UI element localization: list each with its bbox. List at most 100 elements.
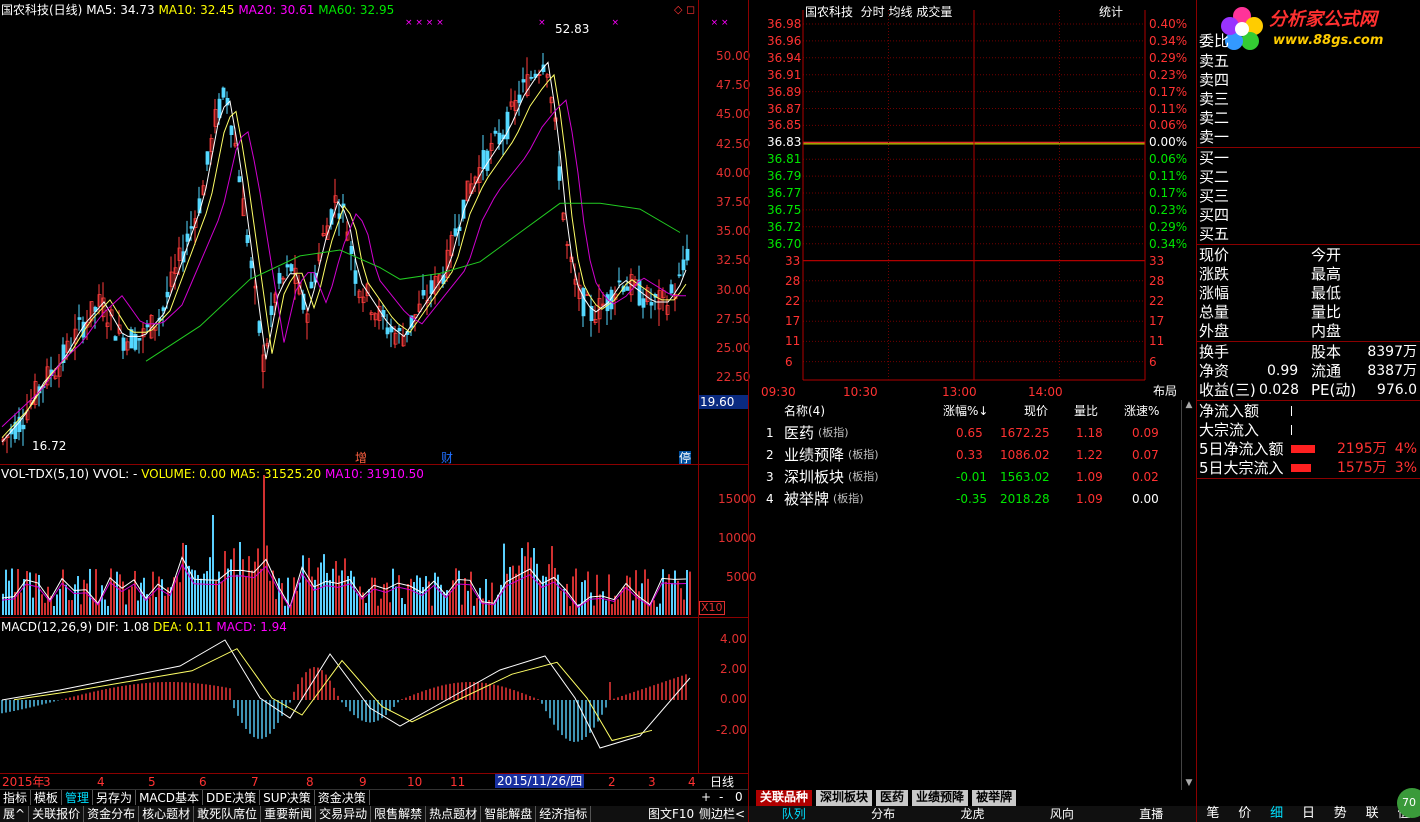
tab-link[interactable]: 联 xyxy=(1366,806,1379,822)
tab-related[interactable]: 关联品种 xyxy=(756,790,813,806)
tab-macd-basic[interactable]: MACD基本 xyxy=(136,790,204,805)
col-name[interactable]: 名称(4) xyxy=(784,404,825,418)
sell2-label: 卖二 xyxy=(1199,109,1230,127)
func-seats[interactable]: 敢死队席位 xyxy=(194,806,262,822)
low-label: 16.72 xyxy=(32,439,67,453)
intraday-chart[interactable] xyxy=(749,0,1196,400)
pct-tick: 0.06% xyxy=(1149,118,1188,133)
tab-template[interactable]: 模板 xyxy=(31,790,63,805)
date-label: 3 xyxy=(43,775,51,789)
col-change[interactable]: 涨幅%↓ xyxy=(943,404,988,418)
tab-dde[interactable]: DDE决策 xyxy=(203,790,261,805)
func-smart[interactable]: 智能解盘 xyxy=(481,806,537,822)
tab-shenzhen[interactable]: 深圳板块 xyxy=(816,790,873,806)
intraday-panel: 国农科技 分时 均线 成交量 统计 布局 36.98 0.40% 36.96 0.34… xyxy=(749,0,1196,400)
tab-longhu[interactable]: 龙虎 xyxy=(960,806,984,822)
candle xyxy=(677,274,682,277)
candle xyxy=(625,286,630,291)
scroll-up-icon[interactable]: ▲ xyxy=(1183,400,1195,412)
func-related-quote[interactable]: 关联报价 xyxy=(29,806,85,822)
zoom-out-button[interactable]: - xyxy=(719,790,723,804)
tab-sup[interactable]: SUP决策 xyxy=(260,790,315,805)
eps-label: 收益(三) xyxy=(1199,381,1256,399)
volume-bar xyxy=(254,561,256,615)
kline-chart[interactable] xyxy=(0,0,700,465)
tab-day[interactable]: 日 xyxy=(1302,806,1315,822)
tab-trend[interactable]: 势 xyxy=(1334,806,1347,822)
sidebar-button[interactable]: 侧边栏< xyxy=(699,807,745,821)
pct-tick: 0.23% xyxy=(1149,202,1188,217)
col-speed[interactable]: 涨速% xyxy=(1124,404,1159,418)
tab-queue[interactable]: 队列 xyxy=(782,806,806,822)
scroll-down-icon[interactable]: ▼ xyxy=(1183,778,1195,790)
tab-earnings[interactable]: 业绩预降 xyxy=(912,790,969,806)
kline-window-icons[interactable]: ◇ ◻ xyxy=(674,3,695,17)
block5-label: 5日大宗流入 xyxy=(1199,459,1284,477)
buy4-label: 买四 xyxy=(1199,206,1230,224)
mark-zeng[interactable]: 增 xyxy=(355,451,367,465)
candle xyxy=(113,336,118,341)
func-hot-topic[interactable]: 热点题材 xyxy=(426,806,482,822)
date-label: 4 xyxy=(688,775,696,789)
date-label: 3 xyxy=(648,775,656,789)
tab-price[interactable]: 价 xyxy=(1238,806,1251,822)
volume-bar xyxy=(680,588,682,615)
func-unlock[interactable]: 限售解禁 xyxy=(371,806,427,822)
pct-tick: 0.29% xyxy=(1149,219,1188,234)
tab-detail[interactable]: 细 xyxy=(1270,806,1283,822)
tab-stake[interactable]: 被举牌 xyxy=(972,790,1017,806)
tab-live[interactable]: 直播 xyxy=(1139,806,1163,822)
mark-ting[interactable]: 停 xyxy=(679,451,692,465)
volume-bar xyxy=(587,571,589,615)
func-expand[interactable]: 展^ xyxy=(0,806,30,822)
period-label[interactable]: 日线 xyxy=(710,775,734,789)
func-news[interactable]: 重要新闻 xyxy=(261,806,317,822)
volume-chart[interactable] xyxy=(0,465,700,618)
volume-bar xyxy=(611,604,613,615)
volume-bar xyxy=(596,574,598,615)
volume-bar xyxy=(89,568,91,615)
zero-button[interactable]: 0 xyxy=(735,790,743,804)
wei-label: 委比 xyxy=(1199,32,1230,50)
f10-button[interactable]: 图文F10 xyxy=(648,807,694,821)
layout-button[interactable]: 布局 xyxy=(1153,384,1177,398)
tab-fund[interactable]: 资金决策 xyxy=(315,790,370,805)
pct-tick: 0.06% xyxy=(1149,152,1188,167)
volume-bar xyxy=(602,591,604,615)
zoom-in-button[interactable]: + xyxy=(701,790,711,804)
volume-bar xyxy=(647,578,649,615)
tab-pharma[interactable]: 医药 xyxy=(876,790,909,806)
volume-bar xyxy=(683,599,685,615)
buy3-label: 买三 xyxy=(1199,187,1230,205)
quote-pct: 涨幅 xyxy=(1199,284,1230,302)
quote-volratio: 量比 xyxy=(1311,303,1342,321)
tab-save-as[interactable]: 另存为 xyxy=(93,790,137,805)
pct-tick: 0.34% xyxy=(1149,236,1188,251)
row-speed: 0.07 xyxy=(1132,448,1159,462)
col-price[interactable]: 现价 xyxy=(1024,404,1048,418)
func-abnormal[interactable]: 交易异动 xyxy=(316,806,372,822)
float-badge[interactable]: 70 xyxy=(1397,788,1420,818)
row-name: 业绩预降 xyxy=(784,446,845,464)
macd-chart[interactable] xyxy=(0,618,700,773)
middle-scrollbar[interactable]: ▲ ▼ xyxy=(1181,400,1195,790)
divider xyxy=(1197,400,1420,401)
tab-distribution[interactable]: 分布 xyxy=(871,806,895,822)
tab-manage[interactable]: 管理 xyxy=(62,790,94,805)
tab-ticks[interactable]: 笔 xyxy=(1206,806,1219,822)
volume-bar xyxy=(470,571,472,615)
price-tick: 32.50 xyxy=(716,253,751,268)
func-core-topic[interactable]: 核心题材 xyxy=(139,806,195,822)
date-label: 8 xyxy=(306,775,314,789)
quote-volume: 总量 xyxy=(1199,303,1230,321)
func-econ[interactable]: 经济指标 xyxy=(536,806,592,822)
mark-cai[interactable]: 财 xyxy=(441,451,453,465)
tab-wind[interactable]: 风向 xyxy=(1050,806,1074,822)
pe-value: 976.0 xyxy=(1376,382,1417,398)
func-fund-dist[interactable]: 资金分布 xyxy=(84,806,140,822)
tab-indicator[interactable]: 指标 xyxy=(0,790,32,805)
volume-bar xyxy=(194,570,196,615)
volume-bar xyxy=(110,568,112,615)
col-volratio[interactable]: 量比 xyxy=(1074,404,1098,418)
volume-bar xyxy=(116,571,118,615)
